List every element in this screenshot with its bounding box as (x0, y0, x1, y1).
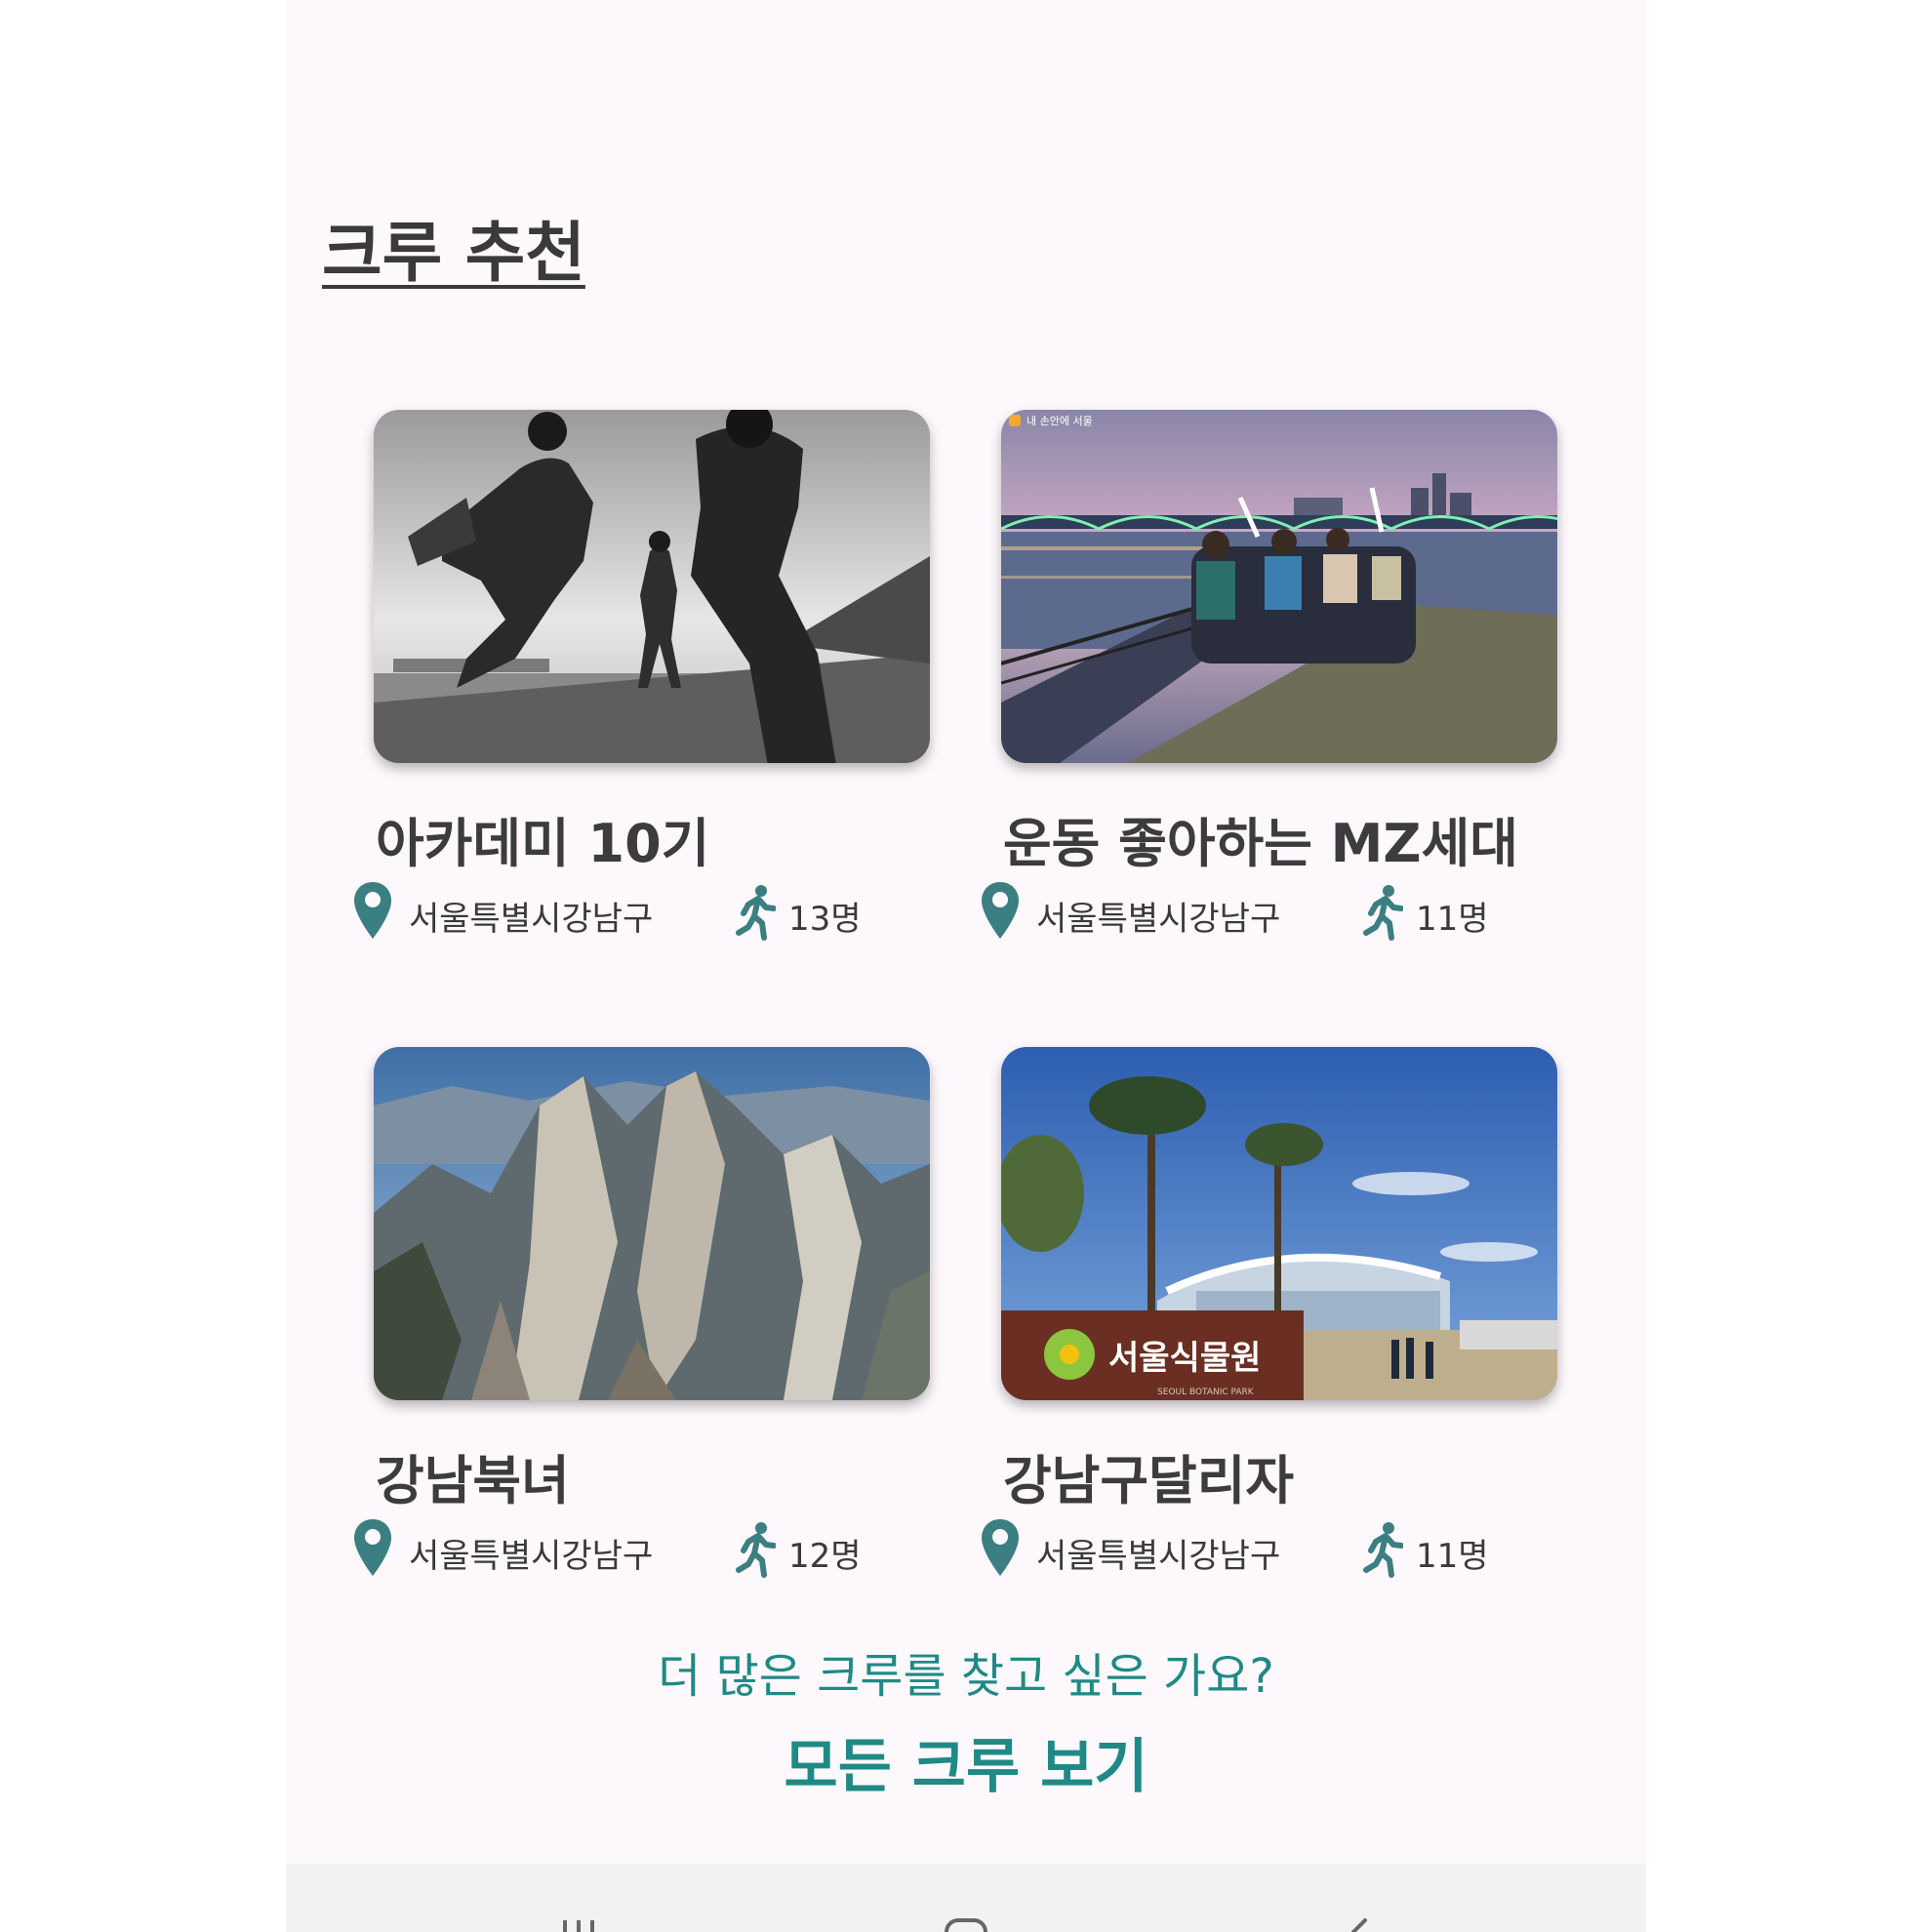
crew-member-count: 13명 (788, 900, 862, 939)
crew-meta: 서울특별시강남구 13명 (352, 880, 899, 943)
crew-card[interactable]: 아카데미 10기 서울특별시강남구 13명 (354, 410, 930, 941)
crew-card[interactable]: 강남북녀 서울특별시강남구 12명 (354, 1047, 930, 1578)
crew-meta: 서울특별시강남구 11명 (980, 880, 1526, 943)
crew-card[interactable]: 내 손안에 서울 운동 좋아하는 MZ세대 서울특별시강남구 11명 (982, 410, 1557, 941)
section-title: 크루 추천 (322, 215, 585, 291)
more-crews-prompt: 더 많은 크루를 찾고 싶은 가요? (658, 1649, 1274, 1704)
crew-recommend-screen: 크루 추천 아카데미 10기 서울특별시강남구 13명 내 손안에 서울 운동 … (286, 0, 1646, 1864)
photo-sign-text: 서울식물원 (1108, 1339, 1261, 1378)
crew-location: 서울특별시강남구 (409, 900, 654, 939)
home-icon[interactable] (942, 1864, 990, 1932)
system-navigation-bar (286, 1864, 1646, 1932)
crew-name: 강남북녀 (376, 1450, 570, 1511)
crew-photo[interactable] (374, 1047, 930, 1400)
runner-icon (1363, 885, 1403, 941)
location-pin-icon (354, 1519, 391, 1576)
crew-member-count: 11명 (1416, 1537, 1489, 1576)
crew-name: 운동 좋아하는 MZ세대 (1003, 813, 1518, 874)
recent-apps-icon[interactable] (559, 1864, 598, 1932)
crew-photo[interactable]: 내 손안에 서울 (1001, 410, 1557, 763)
back-icon[interactable] (1340, 1864, 1379, 1932)
crew-meta: 서울특별시강남구 12명 (352, 1517, 899, 1580)
photo-sign-subtext: SEOUL BOTANIC PARK (1157, 1388, 1255, 1397)
crew-location: 서울특별시강남구 (1036, 900, 1281, 939)
location-pin-icon (982, 882, 1019, 939)
crew-location: 서울특별시강남구 (409, 1537, 654, 1576)
crew-member-count: 11명 (1416, 900, 1489, 939)
location-pin-icon (354, 882, 391, 939)
crew-photo[interactable] (374, 410, 930, 763)
crew-name: 강남구달리자 (1003, 1450, 1295, 1511)
runner-icon (736, 1522, 776, 1578)
photo-watermark: 내 손안에 서울 (1026, 415, 1093, 427)
crew-meta: 서울특별시강남구 11명 (980, 1517, 1526, 1580)
crew-name: 아카데미 10기 (376, 813, 710, 874)
view-all-crews-link[interactable]: 모든 크루 보기 (286, 1719, 1646, 1804)
runner-icon (1363, 1522, 1403, 1578)
location-pin-icon (982, 1519, 1019, 1576)
crew-photo[interactable]: 서울식물원 SEOUL BOTANIC PARK (1001, 1047, 1557, 1400)
runner-icon (736, 885, 776, 941)
crew-member-count: 12명 (788, 1537, 862, 1576)
crew-location: 서울특별시강남구 (1036, 1537, 1281, 1576)
crew-card[interactable]: 서울식물원 SEOUL BOTANIC PARK 강남구달리자 서울특별시강남구… (982, 1047, 1557, 1578)
